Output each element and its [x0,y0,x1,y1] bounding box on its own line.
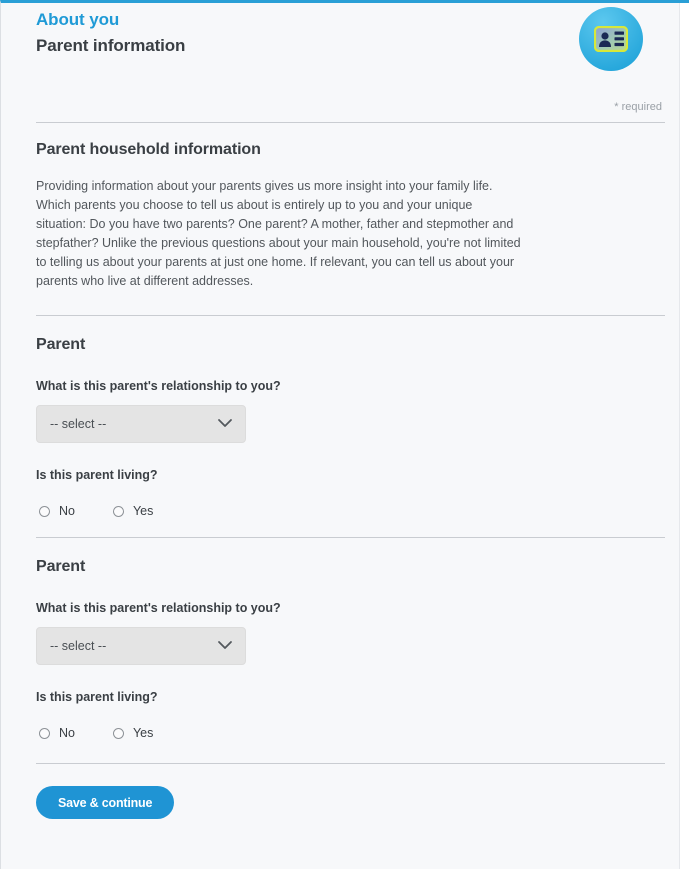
chevron-down-icon [217,637,233,655]
living-radio-group-2: No Yes [36,726,665,740]
radio-circle-icon [112,505,124,517]
relationship-label-2: What is this parent's relationship to yo… [36,601,281,615]
radio-label-no-2: No [59,726,75,740]
radio-circle-icon [39,727,50,739]
radio-label-no-1: No [59,504,75,518]
radio-label-yes-1: Yes [132,504,154,518]
relationship-select-1[interactable]: -- select -- [36,405,246,443]
radio-circle-icon [112,727,124,739]
breadcrumb-eyebrow: About you [36,10,120,29]
living-radio-group-1: No Yes [36,504,665,518]
relationship-select-value-2: -- select -- [50,639,107,653]
page-content: About you Parent information * required … [1,3,689,819]
section-heading-household: Parent household information [36,141,261,158]
living-label-1: Is this parent living? [36,468,158,482]
radio-label-yes-2: Yes [132,726,154,740]
required-note: * required [614,101,662,113]
living-label-2: Is this parent living? [36,690,158,704]
radio-living-no-1[interactable]: No [39,504,75,518]
section-heading-parent-1: Parent [36,336,86,353]
divider-submit [36,763,665,764]
save-and-continue-button[interactable]: Save & continue [36,786,175,819]
radio-circle-icon [39,505,50,517]
radio-living-no-2[interactable]: No [39,726,75,740]
relationship-select-2[interactable]: -- select -- [36,627,246,665]
household-intro-text: Providing information about your parents… [36,179,521,288]
page-header: About you Parent information [36,3,665,95]
relationship-select-value-1: -- select -- [50,417,107,431]
section-heading-parent-2: Parent [36,558,86,575]
radio-living-yes-2[interactable]: Yes [112,726,154,740]
form-page: About you Parent information * required … [0,0,689,869]
divider-parent-1 [36,315,665,316]
chevron-down-icon [217,415,233,433]
relationship-label-1: What is this parent's relationship to yo… [36,379,281,393]
divider-parent-2 [36,537,665,538]
id-card-icon [579,7,643,71]
page-title: Parent information [36,36,186,55]
radio-living-yes-1[interactable]: Yes [112,504,154,518]
divider-header [36,122,665,123]
